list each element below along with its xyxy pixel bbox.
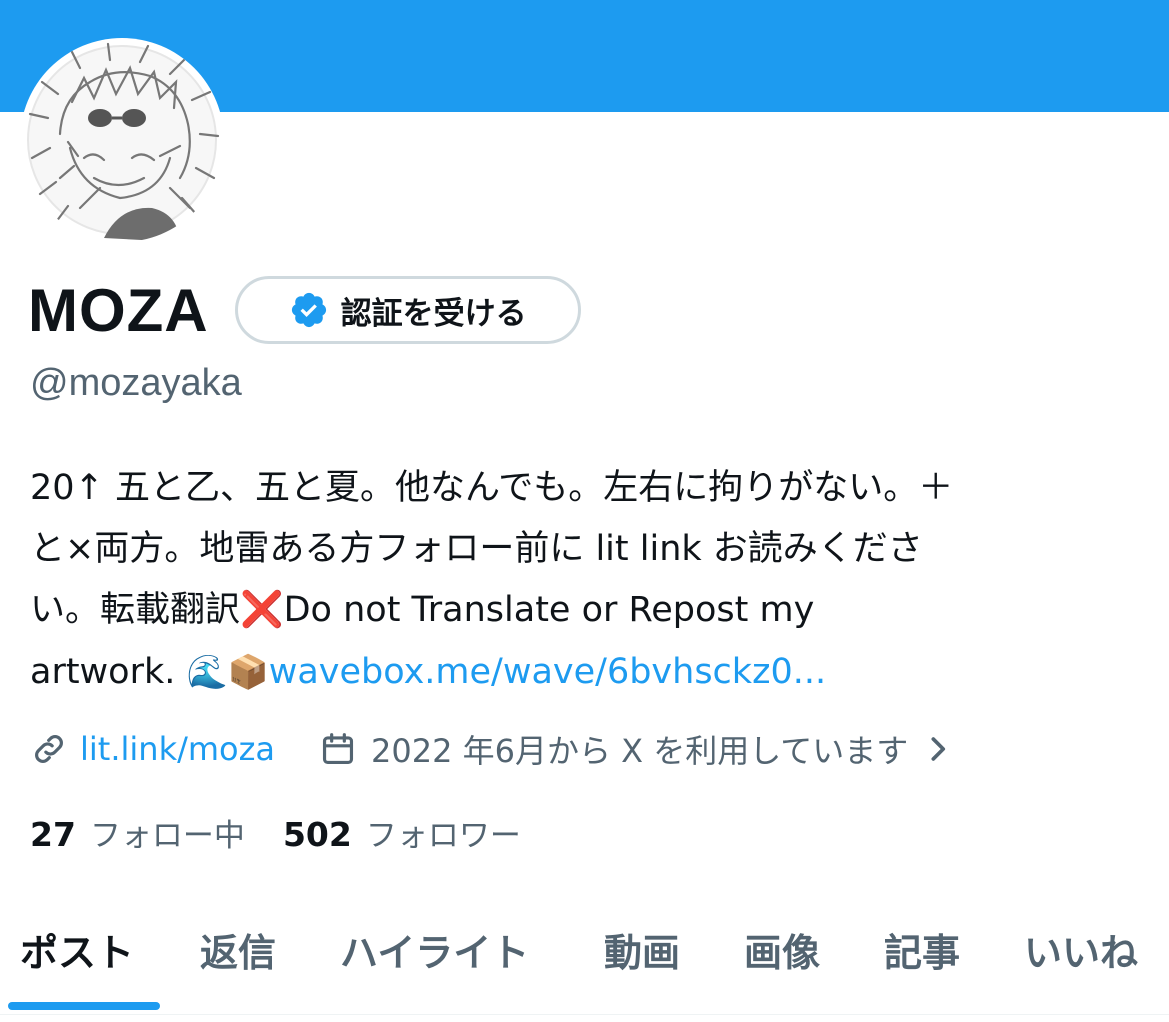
active-tab-indicator — [8, 1002, 160, 1010]
tab-media[interactable]: 画像 — [744, 922, 820, 977]
profile-tabs: ポスト 返信 ハイライト 動画 画像 記事 いいね — [0, 900, 1169, 1022]
following-count: 27 — [30, 815, 76, 854]
followers-link[interactable]: 502 フォロワー — [283, 810, 521, 855]
get-verified-button[interactable]: 認証を受ける — [234, 276, 581, 344]
tab-posts[interactable]: ポスト — [20, 922, 134, 977]
tab-likes[interactable]: いいね — [1024, 922, 1138, 977]
tabs-divider — [0, 1014, 1169, 1015]
wave-emoji-icon: 🌊 — [186, 652, 228, 691]
joined-date[interactable]: 2022 年6月から X を利用しています — [319, 726, 952, 772]
verified-badge-icon — [291, 292, 326, 328]
website-link[interactable]: lit.link/moza — [30, 730, 275, 768]
link-icon — [35, 735, 63, 763]
following-label: フォロー中 — [89, 818, 245, 854]
bio-link[interactable]: wavebox.me/wave/6bvhsckz0... — [269, 652, 826, 692]
follow-stats: 27 フォロー中 502 フォロワー — [30, 810, 521, 855]
joined-label: 2022 年6月から X を利用しています — [371, 732, 909, 770]
get-verified-label: 認証を受ける — [340, 295, 527, 332]
following-link[interactable]: 27 フォロー中 — [30, 810, 245, 855]
chevron-right-icon — [931, 737, 946, 761]
tab-highlights[interactable]: ハイライト — [340, 922, 529, 977]
bio-line: 20↑ 五と乙、五と夏。他なんでも。左右に拘りがない。＋ — [30, 468, 954, 508]
name-row: MOZA 認証を受ける — [28, 272, 581, 348]
tab-replies[interactable]: 返信 — [200, 922, 276, 977]
tab-articles[interactable]: 記事 — [884, 922, 960, 977]
display-name: MOZA — [28, 276, 209, 344]
followers-count: 502 — [282, 815, 352, 854]
avatar-sketch-image — [27, 42, 220, 242]
package-emoji-icon: 📦 — [227, 652, 269, 691]
bio-line: と×両方。地雷ある方フォロー前に lit link お読みくださ — [30, 529, 923, 569]
bio-text: Do not Translate or Repost my — [283, 590, 815, 630]
bio-line: artwork. 🌊📦wavebox.me/wave/6bvhsckz0... — [30, 641, 1145, 703]
followers-label: フォロワー — [365, 818, 521, 854]
bio-line: い。転載翻訳❌Do not Translate or Repost my — [30, 580, 1145, 641]
website-label[interactable]: lit.link/moza — [80, 730, 275, 768]
profile-meta: lit.link/moza 2022 年6月から X を利用しています — [30, 724, 952, 774]
bio-text: い。転載翻訳 — [30, 590, 241, 630]
profile-handle: @mozayaka — [30, 362, 242, 404]
tab-videos[interactable]: 動画 — [604, 922, 680, 977]
calendar-icon — [322, 733, 354, 765]
avatar[interactable] — [20, 38, 224, 242]
bio-text: artwork. — [30, 652, 187, 692]
profile-bio: 20↑ 五と乙、五と夏。他なんでも。左右に拘りがない。＋ と×両方。地雷ある方フ… — [30, 458, 1145, 703]
cross-emoji-icon: ❌ — [240, 590, 284, 630]
